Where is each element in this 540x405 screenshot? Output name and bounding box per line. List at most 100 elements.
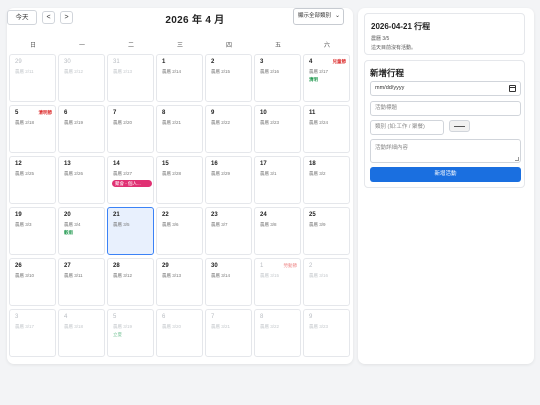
- day-cell[interactable]: 24 農曆 3/8: [254, 207, 301, 255]
- day-number: 3: [260, 59, 264, 65]
- day-cell[interactable]: 9 農曆 2/22: [205, 105, 252, 153]
- day-cell[interactable]: 6 農曆 2/19: [58, 105, 105, 153]
- lunar-date: 農曆 3/13: [162, 273, 182, 278]
- selected-lunar-date: 農曆 3/5: [371, 36, 390, 42]
- next-month-button[interactable]: >: [60, 11, 73, 24]
- day-cell[interactable]: 17 農曆 3/1: [254, 156, 301, 204]
- weekday-label: 一: [78, 43, 85, 49]
- solar-term-label: 穀雨: [64, 230, 73, 235]
- selected-day-box: 2026-04-21 行程 農曆 3/5 這天目前沒有活動。: [364, 13, 525, 55]
- day-number: 5: [113, 314, 117, 320]
- day-cell[interactable]: 1 農曆 2/14: [156, 54, 203, 102]
- day-cell[interactable]: 16 農曆 2/29: [205, 156, 252, 204]
- lunar-date: 農曆 2/20: [113, 120, 133, 125]
- day-number: 23: [211, 212, 218, 218]
- weekday-label: 四: [225, 43, 232, 49]
- event-description-textarea[interactable]: 活動詳細內容: [370, 139, 521, 163]
- event-date-input[interactable]: mm/dd/yyyy: [370, 81, 521, 96]
- day-cell[interactable]: 20 農曆 3/4 穀雨: [58, 207, 105, 255]
- day-cell[interactable]: 8 農曆 2/21: [156, 105, 203, 153]
- category-filter-select[interactable]: 顯示全部類別 ⌄: [293, 8, 344, 25]
- holiday-label: 兒童節: [332, 59, 347, 64]
- day-cell[interactable]: 1 農曆 3/15 勞動節: [254, 258, 301, 306]
- calendar-icon[interactable]: [509, 85, 516, 92]
- day-cell[interactable]: 27 農曆 3/11: [58, 258, 105, 306]
- day-number: 16: [211, 161, 218, 167]
- day-cell[interactable]: 2 農曆 2/15: [205, 54, 252, 102]
- today-button[interactable]: 今天: [7, 10, 37, 25]
- day-cell[interactable]: 10 農曆 2/23: [254, 105, 301, 153]
- lunar-date: 農曆 2/17: [309, 69, 329, 74]
- day-cell[interactable]: 30 農曆 2/12: [58, 54, 105, 102]
- day-number: 30: [64, 59, 71, 65]
- month-grid: 29 農曆 2/11 30 農曆 2/12 31 農曆 2/13 1 農曆 2/14 2 農曆 2…: [9, 54, 351, 360]
- day-cell[interactable]: 4 農曆 2/17 兒童節 清明: [303, 54, 350, 102]
- day-cell[interactable]: 7 農曆 2/20: [107, 105, 154, 153]
- weekday-header: 日一二三四五六: [9, 40, 351, 50]
- day-cell[interactable]: 31 農曆 2/13: [107, 54, 154, 102]
- prev-month-button[interactable]: <: [42, 11, 55, 24]
- day-cell[interactable]: 5 農曆 3/19 立夏: [107, 309, 154, 357]
- day-cell[interactable]: 23 農曆 3/7: [205, 207, 252, 255]
- day-cell[interactable]: 26 農曆 3/10: [9, 258, 56, 306]
- day-cell[interactable]: 18 農曆 3/2: [303, 156, 350, 204]
- event-category-input[interactable]: 類別 (如:工作 / 聚餐): [370, 120, 444, 135]
- day-cell[interactable]: 28 農曆 3/12: [107, 258, 154, 306]
- day-cell[interactable]: 15 農曆 2/28: [156, 156, 203, 204]
- day-cell[interactable]: 4 農曆 3/18: [58, 309, 105, 357]
- day-cell[interactable]: 22 農曆 3/6: [156, 207, 203, 255]
- weekday-label: 二: [127, 43, 134, 49]
- day-cell[interactable]: 13 農曆 2/26: [58, 156, 105, 204]
- lunar-date: 農曆 2/18: [15, 120, 35, 125]
- day-cell[interactable]: 2 農曆 3/16: [303, 258, 350, 306]
- event-chip[interactable]: 聚會 - 個人...: [112, 180, 152, 187]
- day-cell[interactable]: 3 農曆 2/16: [254, 54, 301, 102]
- lunar-date: 農曆 3/17: [15, 324, 35, 329]
- day-cell[interactable]: 8 農曆 3/22: [254, 309, 301, 357]
- day-cell[interactable]: 3 農曆 3/17: [9, 309, 56, 357]
- add-event-button[interactable]: 新增活動: [370, 167, 521, 182]
- day-number: 2: [309, 263, 313, 269]
- day-cell[interactable]: 12 農曆 2/25: [9, 156, 56, 204]
- day-number: 22: [162, 212, 169, 218]
- day-number: 19: [15, 212, 22, 218]
- day-cell[interactable]: 14 農曆 2/27 聚會 - 個人...: [107, 156, 154, 204]
- day-cell[interactable]: 9 農曆 3/23: [303, 309, 350, 357]
- lunar-date: 農曆 3/2: [309, 171, 326, 176]
- day-cell[interactable]: 29 農曆 2/11: [9, 54, 56, 102]
- day-number: 26: [15, 263, 22, 269]
- lunar-date: 農曆 3/7: [211, 222, 228, 227]
- day-cell[interactable]: 7 農曆 3/21: [205, 309, 252, 357]
- day-number: 6: [162, 314, 166, 320]
- day-cell[interactable]: 30 農曆 3/14: [205, 258, 252, 306]
- no-events-text: 這天目前沒有活動。: [371, 45, 417, 51]
- lunar-date: 農曆 3/14: [211, 273, 231, 278]
- lunar-date: 農曆 3/15: [260, 273, 280, 278]
- day-cell[interactable]: 6 農曆 3/20: [156, 309, 203, 357]
- day-number: 8: [260, 314, 264, 320]
- lunar-date: 農曆 3/10: [15, 273, 35, 278]
- lunar-date: 農曆 2/12: [64, 69, 84, 74]
- lunar-date: 農曆 3/5: [113, 222, 130, 227]
- weekday-label: 三: [176, 43, 183, 49]
- lunar-date: 農曆 2/13: [113, 69, 133, 74]
- day-cell[interactable]: 5 農曆 2/18 清明節: [9, 105, 56, 153]
- day-cell[interactable]: 29 農曆 3/13: [156, 258, 203, 306]
- day-cell[interactable]: 19 農曆 3/3: [9, 207, 56, 255]
- event-color-picker[interactable]: [449, 120, 470, 132]
- event-title-input[interactable]: 活動標題: [370, 101, 521, 116]
- day-cell-today[interactable]: 21 農曆 3/5: [107, 207, 154, 255]
- day-number: 28: [113, 263, 120, 269]
- form-title: 新增行程: [370, 68, 405, 78]
- day-number: 4: [309, 59, 313, 65]
- day-number: 7: [113, 110, 117, 116]
- resize-grip-icon[interactable]: [515, 157, 519, 161]
- day-number: 11: [309, 110, 316, 116]
- lunar-date: 農曆 2/24: [309, 120, 329, 125]
- lunar-date: 農曆 2/16: [260, 69, 280, 74]
- day-cell[interactable]: 11 農曆 2/24: [303, 105, 350, 153]
- day-number: 29: [15, 59, 22, 65]
- day-cell[interactable]: 25 農曆 3/9: [303, 207, 350, 255]
- day-number: 20: [64, 212, 71, 218]
- day-number: 18: [309, 161, 316, 167]
